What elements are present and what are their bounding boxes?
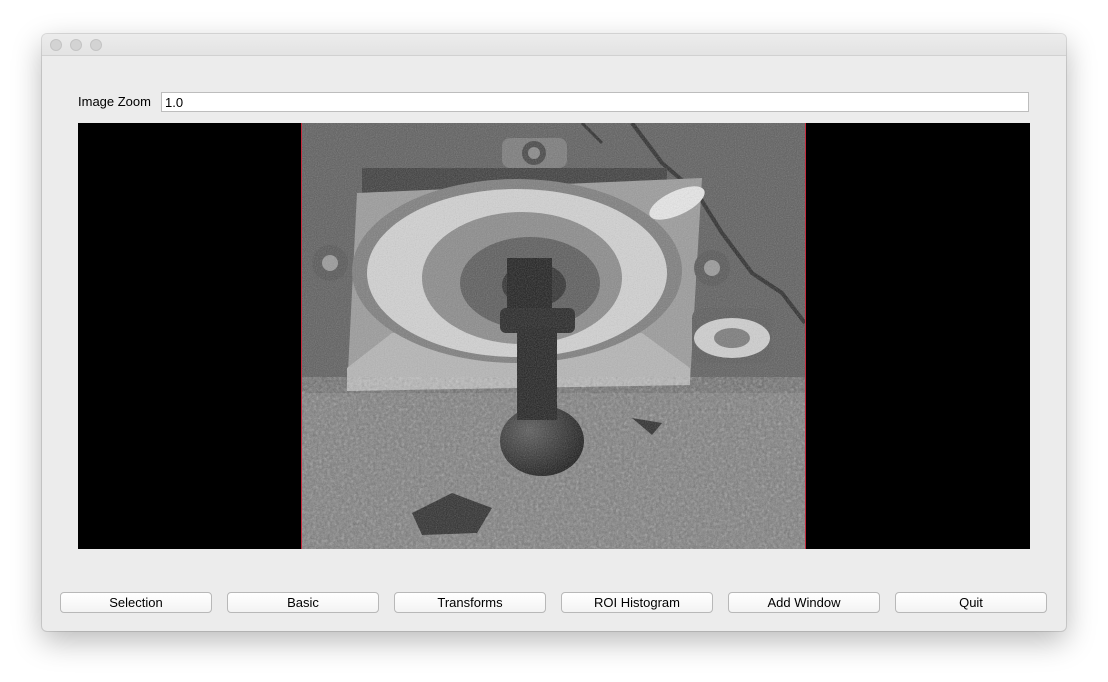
maximize-window-button[interactable] — [90, 39, 102, 51]
quit-button[interactable]: Quit — [895, 592, 1047, 613]
title-bar — [42, 34, 1066, 56]
transforms-button[interactable]: Transforms — [394, 592, 546, 613]
image-frame — [301, 123, 806, 549]
add-window-button[interactable]: Add Window — [728, 592, 880, 613]
image-zoom-input[interactable] — [161, 92, 1029, 112]
minimize-window-button[interactable] — [70, 39, 82, 51]
app-window: Image Zoom 1.0 Selection Basic Transform… — [42, 34, 1066, 631]
roi-histogram-button[interactable]: ROI Histogram — [561, 592, 713, 613]
selection-button[interactable]: Selection — [60, 592, 212, 613]
basic-button[interactable]: Basic — [227, 592, 379, 613]
image-viewer[interactable] — [78, 123, 1030, 549]
close-window-button[interactable] — [50, 39, 62, 51]
image-zoom-label: Image Zoom — [78, 94, 151, 109]
calibration-target-image — [302, 123, 805, 549]
